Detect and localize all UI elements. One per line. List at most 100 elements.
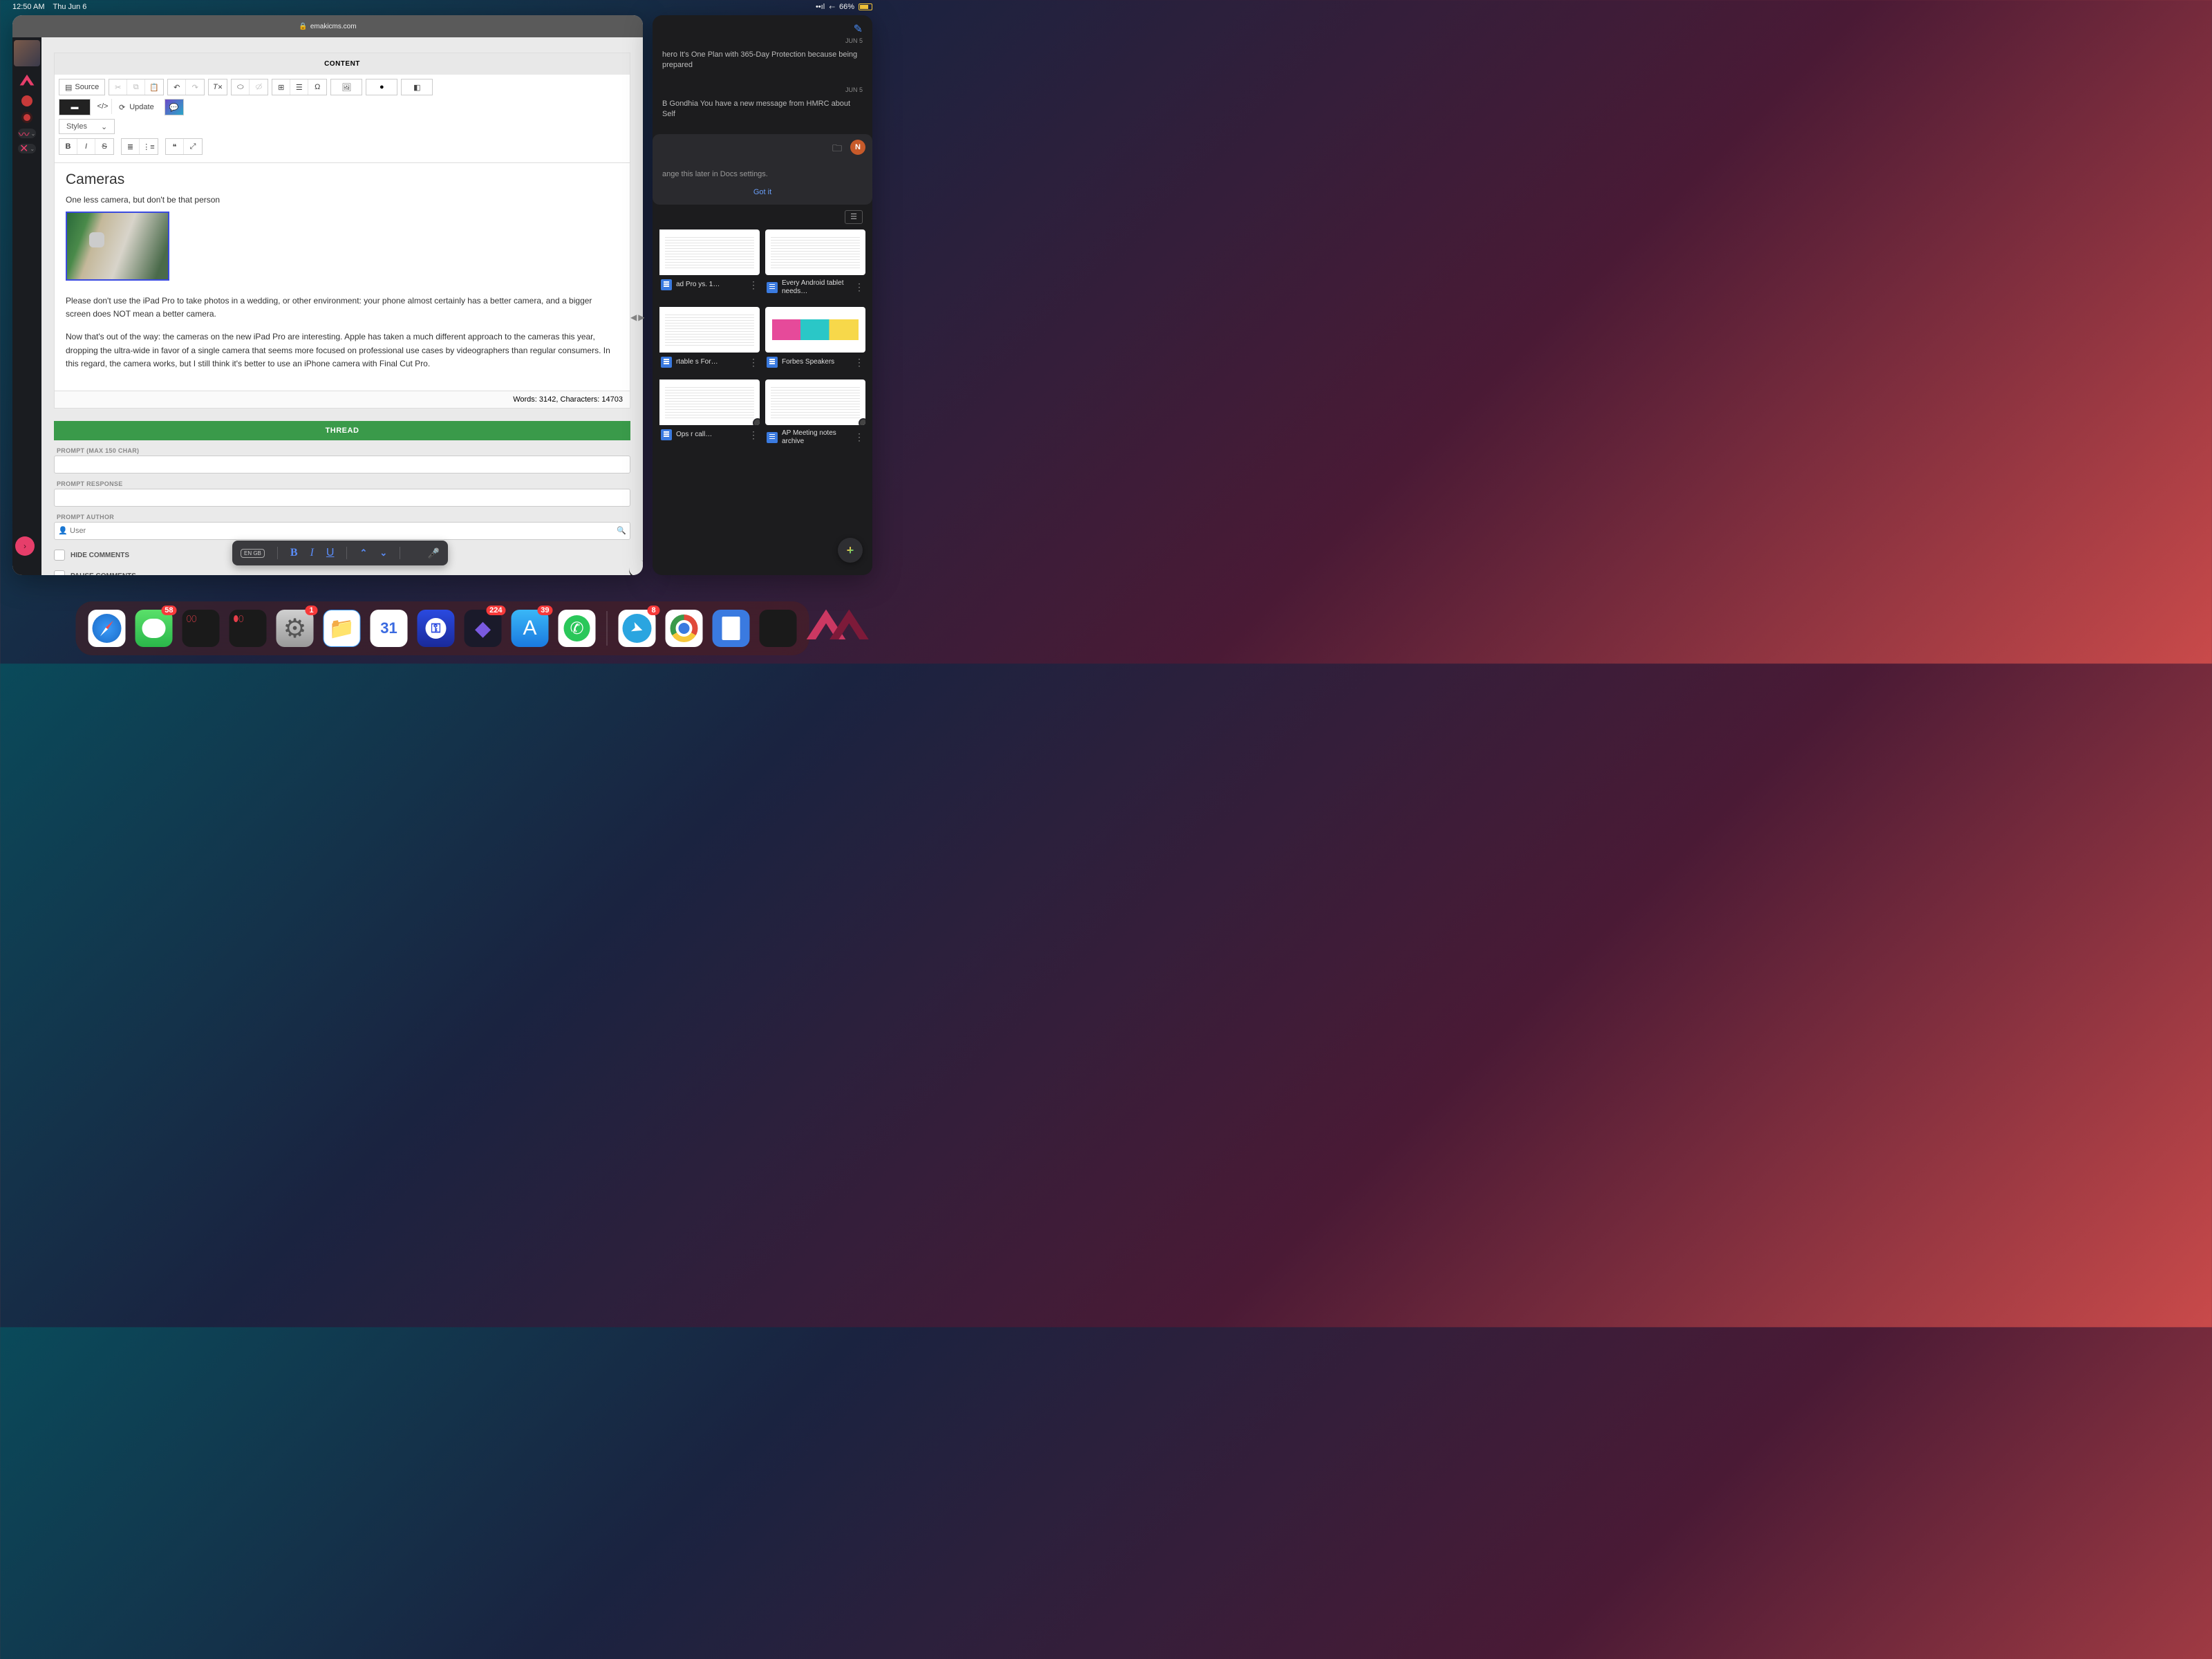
source-icon: ▤	[65, 83, 72, 92]
doc-card[interactable]: rtable s For…⋮	[659, 307, 760, 373]
browser-address-bar[interactable]: 🔒emakicms.com	[12, 15, 643, 37]
cut-button[interactable]: ✂	[109, 79, 127, 95]
folder-icon[interactable]: 🗀	[832, 141, 842, 158]
dock-settings[interactable]: 1	[276, 610, 314, 647]
got-it-button[interactable]: Got it	[662, 188, 863, 196]
pause-comments-checkbox[interactable]	[54, 570, 65, 575]
docs-tooltip-panel: 🗀 N ange this later in Docs settings. Go…	[653, 134, 872, 205]
url-host: emakicms.com	[310, 23, 357, 30]
block-button[interactable]: ▬	[59, 100, 90, 115]
ap-logo-icon[interactable]	[18, 72, 36, 90]
hide-comments-checkbox[interactable]	[54, 550, 65, 561]
ai-chat-button[interactable]: 💬	[165, 100, 183, 115]
dock-obsidian[interactable]: 224	[465, 610, 502, 647]
more-icon[interactable]: ⋮	[854, 357, 864, 368]
source-button[interactable]: ▤Source	[59, 79, 104, 95]
dock-messages[interactable]: 58	[135, 610, 173, 647]
more-icon[interactable]: ⋮	[749, 279, 758, 291]
kbd-italic-button[interactable]: I	[310, 547, 314, 559]
fullscreen-button[interactable]: ⤢	[184, 139, 202, 154]
dock: 58 ⬯⬯ ⬮⬯ 1 224 39 8	[76, 601, 809, 655]
clear-format-button[interactable]: T✕	[209, 79, 227, 95]
dock-whatsapp[interactable]	[559, 610, 596, 647]
table-button[interactable]: ⊞	[272, 79, 290, 95]
inline-image[interactable]	[66, 212, 169, 281]
image-button[interactable]: 🖼	[331, 79, 362, 95]
record-ring-icon[interactable]	[21, 112, 32, 123]
unlink-button[interactable]: ⬭̸	[250, 79, 268, 95]
docs-icon	[767, 282, 778, 293]
dock-app-2[interactable]: ⬮⬯	[229, 610, 267, 647]
kbd-mic-button[interactable]: 🎤	[428, 547, 440, 559]
account-avatar[interactable]: N	[850, 140, 865, 155]
doc-card[interactable]: AP Meeting notes archive⋮	[765, 379, 865, 450]
italic-button[interactable]: I	[77, 139, 95, 154]
ol-button[interactable]: ≣	[122, 139, 140, 154]
special-char-button[interactable]: Ω	[308, 79, 326, 95]
keyboard-shortcut-bar: EN GB B I U ⌃ ⌄ 🎤	[232, 541, 448, 565]
code-view-button[interactable]: </>	[94, 99, 112, 114]
doc-card[interactable]: Ops r call…⋮	[659, 379, 760, 450]
status-bar: 12:50 AM Thu Jun 6 ••ıl ⬸ 66%	[0, 0, 885, 14]
pause-comments-label: PAUSE COMMENTS	[71, 572, 136, 576]
notification-msg-2[interactable]: B Gondhia You have a new message from HM…	[662, 99, 863, 120]
dock-1password[interactable]	[418, 610, 455, 647]
search-icon[interactable]: 🔍	[617, 526, 626, 535]
badge: 224	[486, 606, 505, 615]
dock-chrome[interactable]	[666, 610, 703, 647]
strike-button[interactable]: S	[95, 139, 113, 154]
doc-card[interactable]: ad Pro ys. 1…⋮	[659, 229, 760, 300]
lock-icon: 🔒	[299, 23, 307, 30]
bold-button[interactable]: B	[59, 139, 77, 154]
content-section-header: CONTENT	[55, 53, 630, 75]
dock-safari[interactable]	[88, 610, 126, 647]
dock-files[interactable]	[324, 610, 361, 647]
split-view-handle[interactable]: ◀▶	[630, 312, 644, 322]
doc-card[interactable]: Every Android tablet needs…⋮	[765, 229, 865, 300]
video-button[interactable]: ●	[366, 79, 397, 95]
expand-sidebar-button[interactable]: ›	[15, 536, 35, 556]
doc-card[interactable]: Forbes Speakers⋮	[765, 307, 865, 373]
list-view-button[interactable]: ☰	[845, 210, 863, 224]
link-button[interactable]: ⬭	[232, 79, 250, 95]
author-input[interactable]	[54, 522, 630, 540]
kbd-underline-button[interactable]: U	[326, 547, 335, 559]
editor-body[interactable]: Cameras One less camera, but don't be th…	[55, 162, 630, 391]
eraser-button[interactable]: ◧	[402, 79, 432, 95]
side-menu-2[interactable]: ✕⌄	[18, 144, 36, 153]
side-menu-1[interactable]: 〰⌄	[18, 129, 36, 138]
response-input[interactable]	[54, 489, 630, 507]
record-dot-icon[interactable]	[21, 95, 32, 106]
undo-button[interactable]: ↶	[168, 79, 186, 95]
copy-button[interactable]: ⧉	[127, 79, 145, 95]
new-doc-fab[interactable]: +	[838, 538, 863, 563]
ul-button[interactable]: ⋮≡	[140, 139, 158, 154]
dock-separator	[607, 611, 608, 646]
author-label: PROMPT AUTHOR	[57, 514, 630, 521]
dock-app-1[interactable]: ⬯⬯	[182, 610, 220, 647]
quote-button[interactable]: ❝	[166, 139, 184, 154]
dock-folder[interactable]	[760, 610, 797, 647]
keyboard-lang-button[interactable]: EN GB	[241, 549, 265, 558]
hr-button[interactable]: ☰	[290, 79, 308, 95]
more-icon[interactable]: ⋮	[854, 281, 864, 293]
kbd-bold-button[interactable]: B	[290, 547, 298, 559]
paste-button[interactable]: 📋	[145, 79, 163, 95]
more-icon[interactable]: ⋮	[854, 431, 864, 443]
update-button[interactable]: ⟳Update	[112, 99, 161, 115]
user-avatar[interactable]	[14, 40, 40, 66]
edit-icon[interactable]: ✎	[854, 22, 863, 36]
more-icon[interactable]: ⋮	[749, 357, 758, 368]
dock-telegram[interactable]: 8	[619, 610, 656, 647]
kbd-down-button[interactable]: ⌄	[379, 547, 387, 559]
dock-calendar[interactable]	[371, 610, 408, 647]
redo-button[interactable]: ↷	[186, 79, 204, 95]
styles-dropdown[interactable]: Styles⌄	[59, 119, 115, 134]
dock-appstore[interactable]: 39	[512, 610, 549, 647]
thread-section-header: THREAD	[54, 421, 630, 440]
dock-docs[interactable]	[713, 610, 750, 647]
notification-msg-1[interactable]: hero It's One Plan with 365-Day Protecti…	[662, 50, 863, 71]
kbd-up-button[interactable]: ⌃	[359, 547, 367, 559]
more-icon[interactable]: ⋮	[749, 429, 758, 441]
prompt-input[interactable]	[54, 456, 630, 474]
